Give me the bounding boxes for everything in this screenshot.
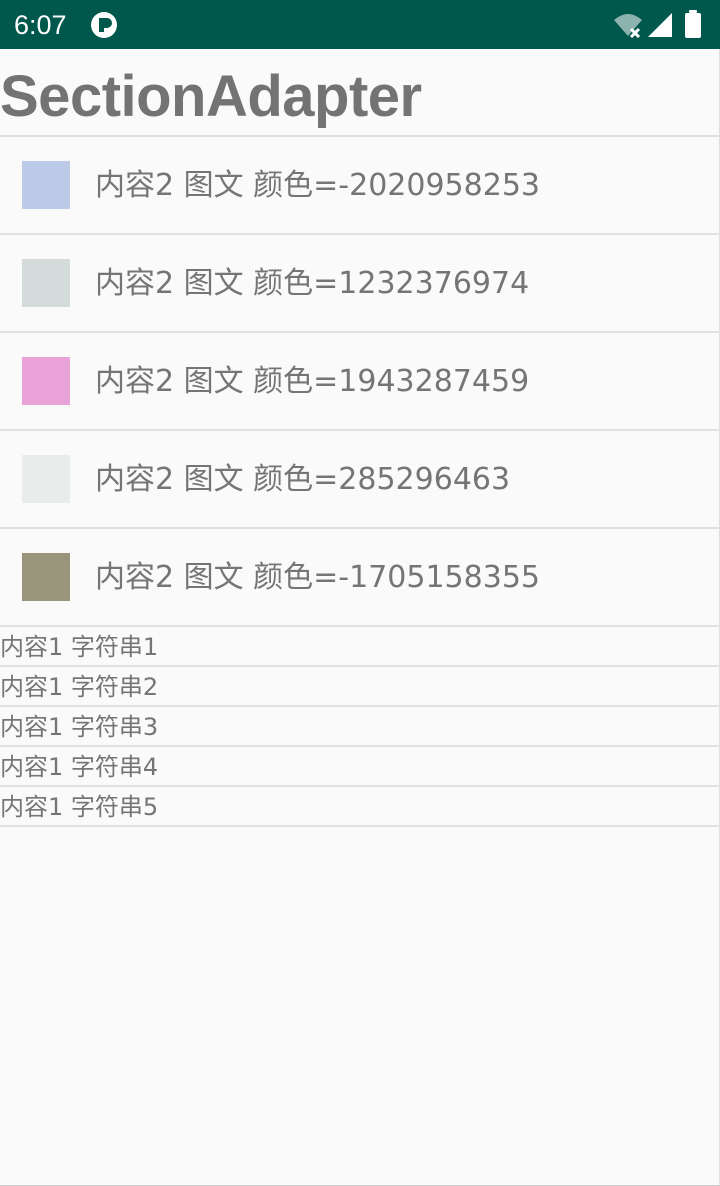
color-swatch: [22, 357, 70, 405]
color-item-label: 内容2 图文 颜色=1232376974: [95, 266, 530, 301]
status-time: 6:07: [14, 10, 67, 40]
color-swatch: [22, 161, 70, 209]
color-list-item[interactable]: 内容2 图文 颜色=1232376974: [0, 235, 720, 333]
string-item-label: 内容1 字符串1: [0, 633, 159, 661]
color-list-item[interactable]: 内容2 图文 颜色=-1705158355: [0, 529, 720, 627]
color-item-label: 内容2 图文 颜色=-1705158355: [95, 560, 540, 595]
color-item-list: 内容2 图文 颜色=-2020958253 内容2 图文 颜色=12323769…: [0, 137, 720, 627]
app-notification-icon: [90, 11, 118, 39]
wifi-off-icon: [612, 12, 644, 39]
color-swatch: [22, 553, 70, 601]
color-item-label: 内容2 图文 颜色=285296463: [95, 462, 511, 497]
color-swatch: [22, 455, 70, 503]
string-item-label: 内容1 字符串3: [0, 713, 159, 741]
status-bar: 6:07: [0, 0, 720, 49]
string-item-list: 内容1 字符串1 内容1 字符串2 内容1 字符串3 内容1 字符串4 内容1 …: [0, 627, 720, 827]
string-item-label: 内容1 字符串5: [0, 793, 159, 821]
string-list-item[interactable]: 内容1 字符串2: [0, 667, 720, 707]
color-list-item[interactable]: 内容2 图文 颜色=285296463: [0, 431, 720, 529]
color-swatch: [22, 259, 70, 307]
string-list-item[interactable]: 内容1 字符串1: [0, 627, 720, 667]
app-screen: 6:07 SectionAdapter 内容2 图文 颜色=-202095825…: [0, 0, 720, 1186]
string-list-item[interactable]: 内容1 字符串4: [0, 747, 720, 787]
color-list-item[interactable]: 内容2 图文 颜色=-2020958253: [0, 137, 720, 235]
signal-icon: [646, 12, 674, 38]
string-item-label: 内容1 字符串4: [0, 753, 159, 781]
color-item-label: 内容2 图文 颜色=-2020958253: [95, 168, 540, 203]
string-item-label: 内容1 字符串2: [0, 673, 159, 701]
string-list-item[interactable]: 内容1 字符串5: [0, 787, 720, 827]
page-title: SectionAdapter: [0, 64, 422, 129]
string-list-item[interactable]: 内容1 字符串3: [0, 707, 720, 747]
battery-icon: [684, 10, 702, 38]
color-item-label: 内容2 图文 颜色=1943287459: [95, 364, 530, 399]
color-list-item[interactable]: 内容2 图文 颜色=1943287459: [0, 333, 720, 431]
